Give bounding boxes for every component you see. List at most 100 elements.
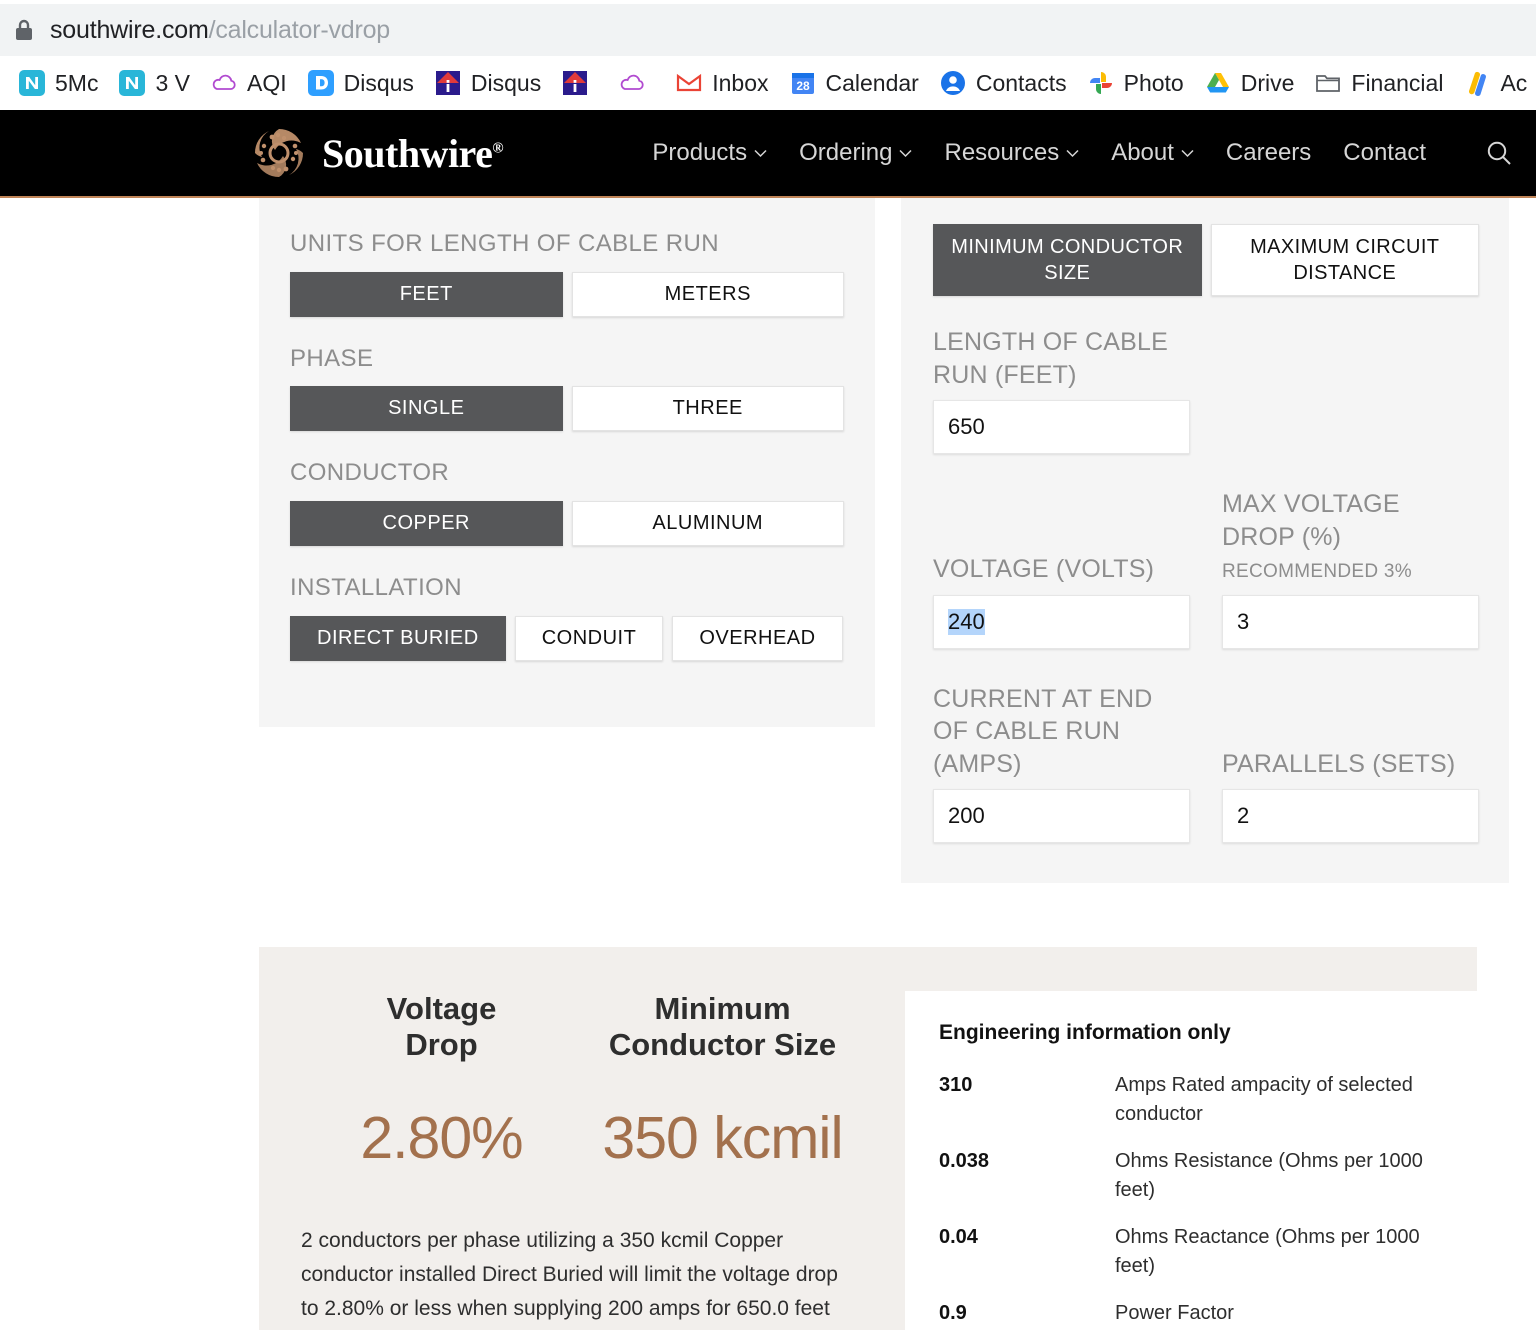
bookmark-disqus-1[interactable]: Disqus bbox=[297, 65, 424, 101]
nav-item-products[interactable]: Products bbox=[652, 139, 767, 167]
voltage-field-cell: VOLTAGE (VOLTS) 240 bbox=[933, 488, 1190, 649]
nav-item-contact[interactable]: Contact bbox=[1343, 139, 1426, 167]
units-button-feet[interactable]: FEET bbox=[290, 271, 563, 317]
parallels-field-cell: PARALLELS (SETS) 2 bbox=[1222, 683, 1479, 843]
eng-description: Ohms Reactance (Ohms per 1000 feet) bbox=[1115, 1226, 1420, 1277]
voltage-value: 240 bbox=[948, 608, 985, 635]
cloud-icon bbox=[618, 69, 646, 97]
bookmark-calendar[interactable]: 28 Calendar bbox=[779, 65, 929, 101]
bookmark-disqus-2[interactable]: Disqus bbox=[424, 65, 551, 101]
engineering-info-card: Engineering information only 310 Amps Ra… bbox=[905, 991, 1477, 1330]
phase-button-single[interactable]: SINGLE bbox=[290, 386, 563, 432]
phase-button-three[interactable]: THREE bbox=[571, 386, 844, 432]
nav-item-careers[interactable]: Careers bbox=[1226, 139, 1311, 167]
empty-cell bbox=[1222, 326, 1479, 454]
url-domain: southwire.com bbox=[50, 15, 209, 44]
search-icon[interactable] bbox=[1484, 138, 1514, 168]
min-conductor-head-line1: Minimum bbox=[654, 991, 791, 1026]
registered-mark: ® bbox=[492, 140, 504, 157]
southwire-swirl-logo-icon bbox=[250, 124, 308, 182]
url-path: /calculator-vdrop bbox=[208, 15, 391, 44]
max-drop-field-cell: MAX VOLTAGE DROP (%) RECOMMENDED 3% 3 bbox=[1222, 488, 1479, 649]
conductor-button-aluminum[interactable]: ALUMINUM bbox=[571, 501, 844, 547]
tab-maximum-circuit-distance[interactable]: MAXIMUM CIRCUIT DISTANCE bbox=[1210, 224, 1479, 296]
max-drop-input[interactable]: 3 bbox=[1222, 594, 1479, 649]
max-drop-label-recommended: RECOMMENDED 3% bbox=[1222, 561, 1412, 582]
chevron-down-icon bbox=[899, 149, 913, 158]
bookmark-contacts[interactable]: Contacts bbox=[929, 65, 1077, 101]
nav-label: Contact bbox=[1343, 139, 1426, 166]
bookmark-label: Ac bbox=[1500, 69, 1528, 96]
eng-value: 0.9 bbox=[939, 1302, 967, 1324]
gmail-icon bbox=[675, 69, 703, 97]
length-input[interactable]: 650 bbox=[933, 400, 1190, 454]
contacts-person-icon bbox=[939, 69, 967, 97]
result-summary-text: 2 conductors per phase utilizing a 350 k… bbox=[301, 1229, 838, 1321]
bookmark-financial[interactable]: Financial bbox=[1304, 65, 1453, 101]
disqus-d-icon bbox=[307, 69, 335, 97]
bookmark-label: Disqus bbox=[470, 69, 542, 96]
current-field-cell: CURRENT AT END OF CABLE RUN (AMPS) 200 bbox=[933, 683, 1190, 843]
bookmark-aqi[interactable]: AQI bbox=[200, 65, 297, 101]
bookmark-label: Disqus bbox=[343, 69, 414, 96]
installation-button-overhead[interactable]: OVERHEAD bbox=[672, 615, 843, 661]
calendar-28-icon: 28 bbox=[789, 69, 817, 97]
url-bar[interactable]: southwire.com/calculator-vdrop bbox=[0, 0, 1536, 56]
eng-description: Power Factor bbox=[1115, 1302, 1234, 1324]
min-conductor-head-line2: Conductor Size bbox=[608, 1026, 837, 1062]
nav-item-ordering[interactable]: Ordering bbox=[799, 139, 913, 167]
installation-button-group: DIRECT BURIED CONDUIT OVERHEAD bbox=[290, 615, 844, 661]
table-row: 310 Amps Rated ampacity of selected cond… bbox=[939, 1071, 1445, 1129]
bookmark-info-house[interactable] bbox=[551, 65, 608, 101]
bookmark-label: Photo bbox=[1123, 69, 1184, 96]
installation-button-direct-buried[interactable]: DIRECT BURIED bbox=[290, 615, 506, 661]
max-drop-label: MAX VOLTAGE DROP (%) RECOMMENDED 3% bbox=[1222, 488, 1479, 586]
units-button-group: FEET METERS bbox=[290, 271, 844, 317]
bookmark-ads[interactable]: Ac bbox=[1453, 65, 1536, 101]
eng-description: Ohms Resistance (Ohms per 1000 feet) bbox=[1115, 1150, 1423, 1201]
voltage-drop-head-line1: Voltage bbox=[386, 991, 497, 1026]
bookmark-drive[interactable]: Drive bbox=[1194, 65, 1305, 101]
browser-chrome: southwire.com/calculator-vdrop 5Mc 3 V A… bbox=[0, 0, 1536, 110]
length-field-cell: LENGTH OF CABLE RUN (FEET) 650 bbox=[933, 326, 1190, 454]
bookmark-inbox[interactable]: Inbox bbox=[665, 65, 778, 101]
max-drop-label-main: MAX VOLTAGE DROP (%) bbox=[1222, 490, 1400, 551]
bookmark-3v[interactable]: 3 V bbox=[108, 65, 200, 101]
options-panel: UNITS FOR LENGTH OF CABLE RUN FEET METER… bbox=[259, 198, 875, 727]
nav-label: Ordering bbox=[799, 139, 893, 166]
parallels-input[interactable]: 2 bbox=[1222, 789, 1479, 843]
bookmark-label: Inbox bbox=[712, 69, 769, 96]
current-value: 200 bbox=[948, 803, 985, 828]
voltage-input[interactable]: 240 bbox=[933, 594, 1190, 649]
conductor-button-copper[interactable]: COPPER bbox=[290, 501, 563, 547]
installation-label: INSTALLATION bbox=[290, 574, 462, 602]
nav-links: Products Ordering Resources About Career… bbox=[652, 138, 1536, 168]
bookmark-5mc[interactable]: 5Mc bbox=[8, 65, 108, 101]
result-values: 2.80% 350 kcmil bbox=[301, 1104, 863, 1172]
info-house-icon bbox=[434, 69, 462, 97]
voltage-drop-head-line2: Drop bbox=[405, 1026, 478, 1062]
installation-button-conduit[interactable]: CONDUIT bbox=[514, 615, 664, 661]
nav-item-about[interactable]: About bbox=[1111, 139, 1194, 167]
units-button-meters[interactable]: METERS bbox=[571, 271, 844, 317]
results-summary-column: Voltage Drop Minimum Conductor Size 2.80… bbox=[259, 991, 905, 1330]
bookmark-label: 3 V bbox=[155, 69, 190, 96]
brand-logo-link[interactable]: Southwire® bbox=[250, 124, 504, 182]
bookmark-photo[interactable]: Photo bbox=[1077, 65, 1194, 101]
nav-item-resources[interactable]: Resources bbox=[944, 139, 1079, 167]
current-input[interactable]: 200 bbox=[933, 789, 1190, 843]
result-headers: Voltage Drop Minimum Conductor Size bbox=[301, 991, 863, 1062]
chevron-down-icon bbox=[1066, 149, 1079, 158]
google-drive-icon bbox=[1204, 69, 1232, 97]
google-photos-icon bbox=[1087, 69, 1115, 97]
chevron-down-icon bbox=[754, 149, 767, 158]
notion-icon bbox=[118, 69, 146, 97]
results-panel: Voltage Drop Minimum Conductor Size 2.80… bbox=[259, 947, 1477, 1330]
current-label: CURRENT AT END OF CABLE RUN (AMPS) bbox=[933, 684, 1153, 778]
length-label: LENGTH OF CABLE RUN (FEET) bbox=[933, 328, 1168, 389]
calculator-page: UNITS FOR LENGTH OF CABLE RUN FEET METER… bbox=[0, 198, 1536, 1330]
engineering-info-title: Engineering information only bbox=[939, 1021, 1231, 1044]
bookmark-cloud[interactable] bbox=[608, 65, 665, 101]
tab-minimum-conductor-size[interactable]: MINIMUM CONDUCTOR SIZE bbox=[933, 224, 1202, 296]
phase-button-group: SINGLE THREE bbox=[290, 386, 844, 432]
